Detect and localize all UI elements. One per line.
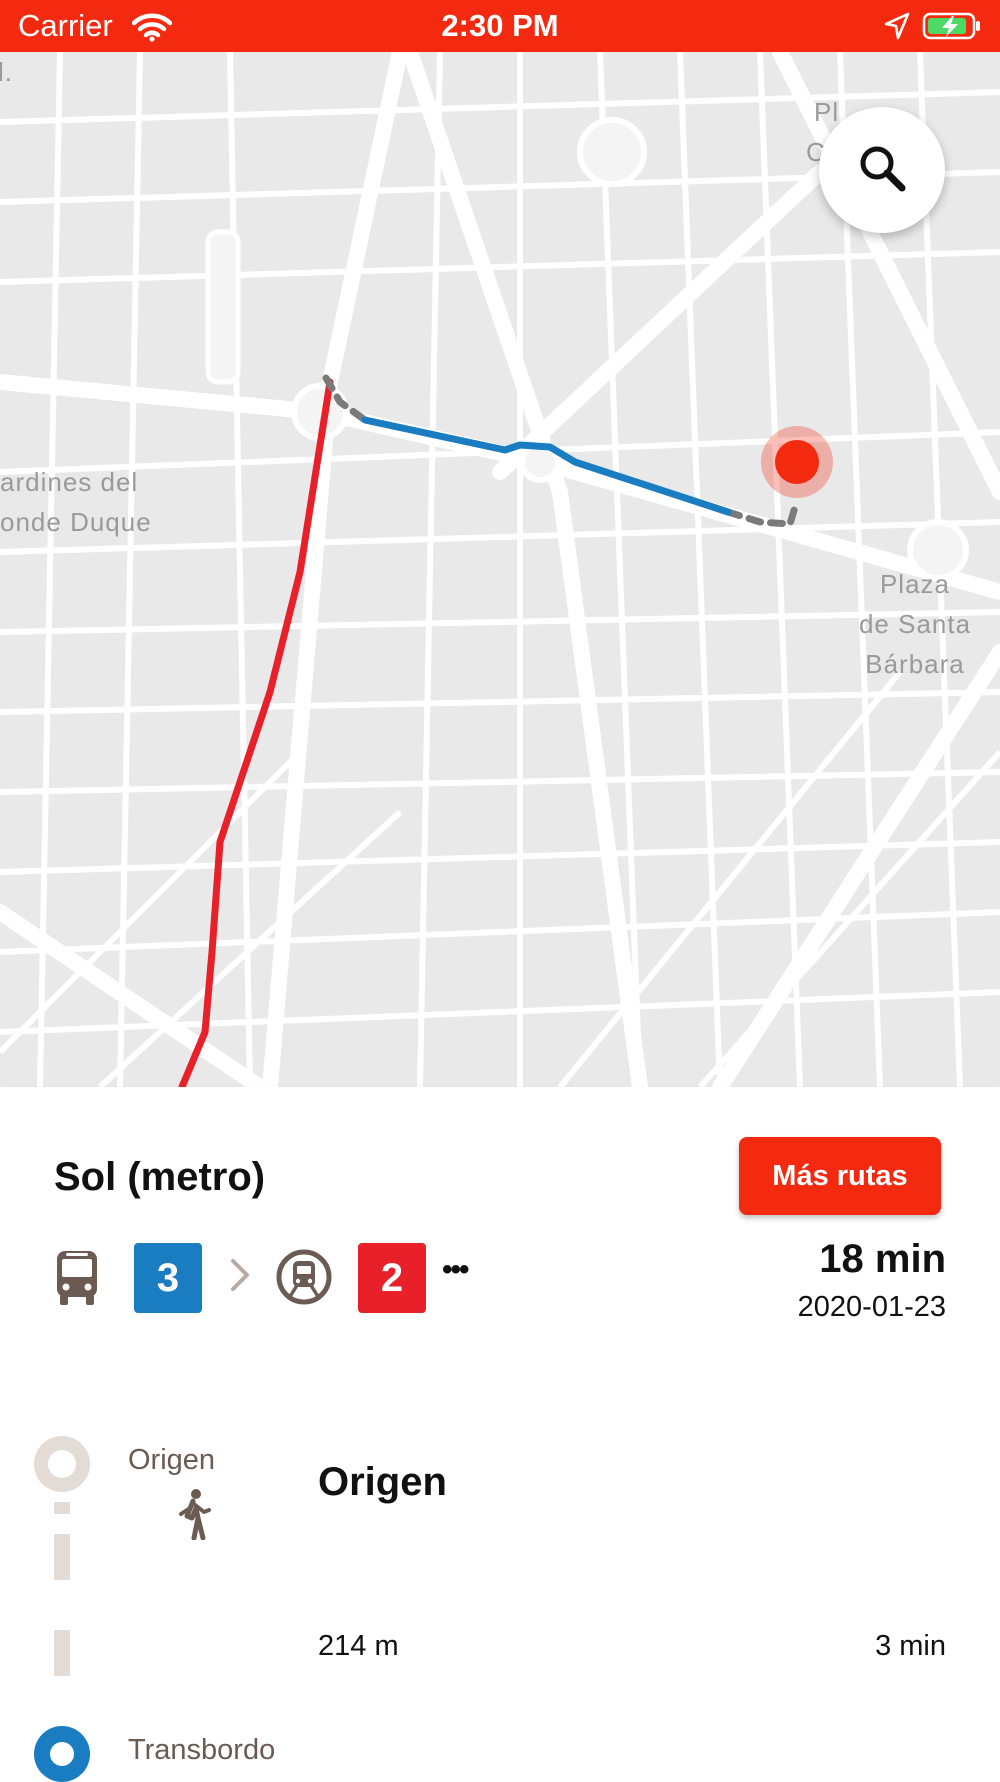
more-legs-indicator: ••• (442, 1253, 469, 1286)
walking-icon (176, 1488, 212, 1545)
search-button[interactable] (819, 107, 945, 233)
route-duration: 18 min (819, 1237, 946, 1281)
route-date: 2020-01-23 (797, 1291, 946, 1323)
bus-icon (54, 1249, 100, 1312)
metro-icon (276, 1247, 332, 1312)
walk-connector (54, 1630, 70, 1676)
transfer-label: Transbordo (128, 1734, 276, 1766)
route-map[interactable]: l. Pl C ardines del onde Duque Plaza de … (0, 52, 1000, 1087)
line-badge-bus: 3 (134, 1243, 202, 1313)
map-label-gardens-line1: ardines del (0, 467, 139, 497)
destination-marker (775, 440, 819, 484)
route-title: Sol (metro) (54, 1155, 266, 1199)
status-bar: Carrier 2:30 PM (0, 0, 1000, 52)
origin-name: Origen (318, 1460, 447, 1504)
walk-time: 3 min (875, 1630, 946, 1662)
itinerary-list[interactable]: Origen Origen 214 m 3 min Transbordo (0, 1372, 1000, 1782)
origin-label: Origen (128, 1444, 216, 1476)
map-label-gardens: ardines del onde Duque (0, 462, 152, 542)
more-routes-button[interactable]: Más rutas (739, 1137, 941, 1215)
map-label-gardens-line2: onde Duque (0, 507, 152, 537)
transfer-node (34, 1726, 90, 1782)
walk-connector (54, 1534, 70, 1580)
clock: 2:30 PM (441, 8, 559, 43)
origin-node (34, 1436, 90, 1492)
map-label-plaza: Plaza de Santa Bárbara (840, 564, 990, 684)
route-legs: 3 2 ••• (54, 1243, 654, 1313)
chevron-right-icon (229, 1257, 251, 1298)
walk-connector (54, 1502, 70, 1514)
line-badge-metro: 2 (358, 1243, 426, 1313)
battery-icon (922, 11, 984, 46)
map-label-fragment: l. (0, 57, 13, 87)
location-arrow-icon (884, 12, 910, 45)
map-label-plaza-line2: de Santa (858, 609, 972, 639)
map-label-plaza-line1: Plaza (879, 569, 951, 599)
route-summary-card[interactable]: Sol (metro) Más rutas 3 2 ••• 18 min 202… (0, 1087, 1000, 1372)
map-label-plaza-line3: Bárbara (865, 649, 965, 679)
walk-distance: 214 m (318, 1630, 399, 1662)
search-icon (856, 142, 908, 199)
